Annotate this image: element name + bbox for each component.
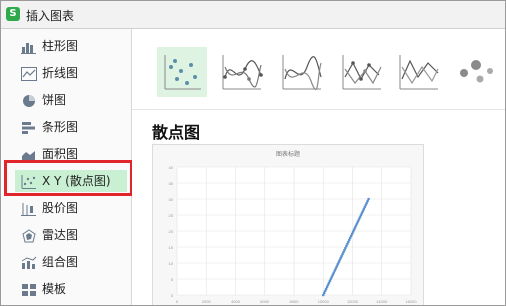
sidebar-item-combo[interactable]: 组合图 bbox=[15, 251, 127, 273]
chart-preview-panel: 散点图 图表标题 0 5 10 15 20 25 30 35 40 0 2000 4000 6000 80… bbox=[132, 29, 505, 305]
sidebar-item-label: 柱形图 bbox=[42, 39, 79, 53]
x-tick-label: 6000 bbox=[260, 299, 270, 304]
bar-chart-icon bbox=[21, 120, 37, 134]
sidebar-item-bar[interactable]: 条形图 bbox=[15, 116, 127, 138]
sidebar-item-template[interactable]: 模板 bbox=[15, 278, 127, 300]
line-chart-icon bbox=[21, 66, 37, 81]
sidebar-item-column[interactable]: 柱形图 bbox=[15, 35, 127, 57]
template-icon bbox=[21, 282, 37, 296]
scatter-smooth-lines-icon[interactable] bbox=[277, 47, 327, 97]
bubble-chart-icon[interactable] bbox=[450, 47, 500, 97]
stock-chart-icon bbox=[21, 201, 37, 216]
x-tick-label: 2000 bbox=[202, 299, 212, 304]
scatter-markers-only-icon[interactable] bbox=[157, 47, 207, 97]
y-tick-label: 40 bbox=[169, 165, 174, 170]
y-tick-label: 30 bbox=[169, 197, 174, 202]
x-tick-label: 12000 bbox=[347, 299, 359, 304]
sidebar-item-pie[interactable]: 饼图 bbox=[15, 89, 127, 111]
scatter-smooth-lines-markers-icon[interactable] bbox=[217, 47, 267, 97]
sidebar-item-label: 折线图 bbox=[42, 66, 79, 80]
y-tick-label: 0 bbox=[171, 293, 174, 298]
y-tick-label: 20 bbox=[169, 229, 174, 234]
x-tick-label: 0 bbox=[176, 299, 179, 304]
y-tick-label: 5 bbox=[171, 277, 174, 282]
x-tick-label: 16000 bbox=[405, 299, 417, 304]
dialog-title: 插入图表 bbox=[26, 9, 75, 23]
scatter-straight-lines-markers-icon[interactable] bbox=[337, 47, 387, 97]
sidebar-item-label: 股价图 bbox=[42, 201, 79, 215]
dialog-titlebar: S 插入图表 bbox=[1, 1, 505, 29]
y-tick-label: 35 bbox=[169, 181, 174, 186]
selection-highlight-box bbox=[4, 160, 133, 196]
combo-chart-icon bbox=[21, 255, 37, 269]
y-tick-label: 10 bbox=[169, 261, 174, 266]
insert-chart-dialog: S 插入图表 柱形图 折线图 饼图 条形图 面积图 X Y (散点图) 股价图 … bbox=[0, 0, 506, 306]
section-title: 散点图 bbox=[152, 123, 201, 142]
x-tick-label: 8000 bbox=[290, 299, 300, 304]
scatter-plot: 0 5 10 15 20 25 30 35 40 0 2000 4000 6000 8000 10000 12… bbox=[169, 165, 418, 304]
y-tick-label: 25 bbox=[169, 213, 174, 218]
radar-chart-icon bbox=[21, 228, 37, 243]
pie-chart-icon bbox=[21, 93, 37, 107]
sidebar-item-label: 饼图 bbox=[42, 93, 67, 107]
x-tick-label: 10000 bbox=[318, 299, 330, 304]
sidebar-item-label: 组合图 bbox=[42, 255, 79, 269]
x-tick-label: 14000 bbox=[376, 299, 388, 304]
chart-preview: 图表标题 0 5 10 15 20 25 30 35 40 0 2000 4000 6000 8000 10… bbox=[152, 144, 424, 305]
data-point bbox=[367, 197, 370, 201]
app-logo-icon: S bbox=[6, 7, 20, 21]
y-tick-label: 15 bbox=[169, 245, 174, 250]
sidebar-item-label: 条形图 bbox=[42, 120, 79, 134]
subtype-thumbnails bbox=[132, 29, 505, 110]
sidebar-item-stock[interactable]: 股价图 bbox=[15, 197, 127, 219]
sidebar-item-line[interactable]: 折线图 bbox=[15, 62, 127, 84]
sidebar-item-label: 模板 bbox=[42, 282, 67, 296]
x-tick-label: 4000 bbox=[231, 299, 241, 304]
sidebar-item-label: 雷达图 bbox=[42, 228, 79, 242]
sidebar-item-radar[interactable]: 雷达图 bbox=[15, 224, 127, 246]
column-chart-icon bbox=[21, 39, 37, 54]
scatter-straight-lines-icon[interactable] bbox=[394, 47, 444, 97]
area-chart-icon bbox=[21, 147, 37, 162]
